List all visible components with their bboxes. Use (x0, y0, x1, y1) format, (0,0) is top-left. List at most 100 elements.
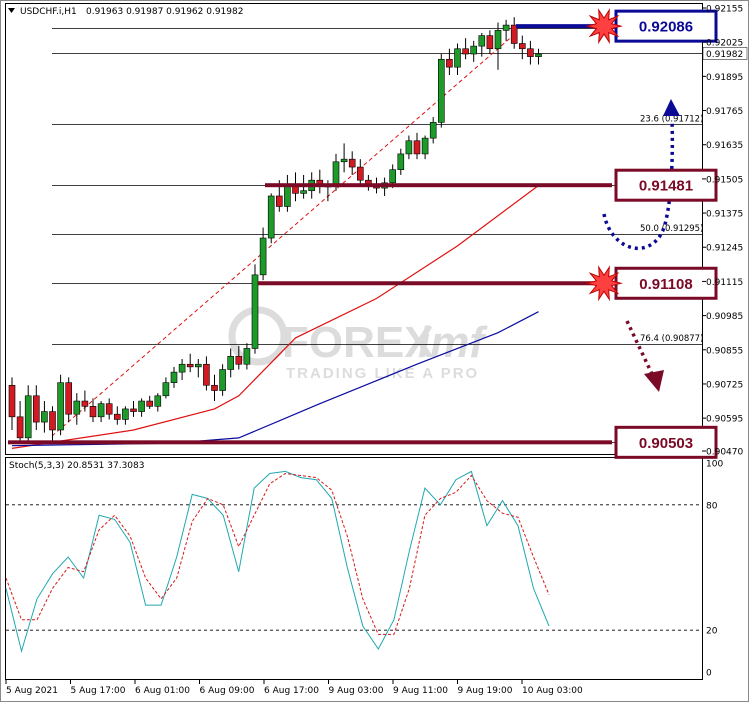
candle-body (332, 161, 340, 186)
price-tick-label: 0.91635 (706, 141, 743, 151)
key-level-value: 0.90503 (639, 435, 693, 452)
chart-symbol: USDCHF.i,H1 (20, 7, 77, 17)
time-tick-label: 6 Aug 09:00 (200, 686, 255, 696)
ohlc-readout: 0.91963 0.91987 0.91962 0.91982 (86, 7, 243, 17)
candle-body (154, 395, 162, 407)
price-tick-label: 0.90855 (706, 346, 743, 356)
stochastic-axis-label: 100 (706, 460, 723, 470)
price-tick-label: 0.90595 (706, 415, 743, 425)
candle-body (195, 363, 202, 368)
trading-chart[interactable]: FOREX imf TRADING LIKE A PRO 23.6 (0.917… (0, 0, 749, 702)
key-level-value: 0.91108 (639, 276, 692, 293)
candle-body (494, 30, 502, 50)
candle-body (16, 416, 24, 439)
time-tick-label: 9 Aug 19:00 (458, 686, 513, 696)
candle-body (170, 371, 178, 383)
candle-body (211, 384, 218, 391)
candle-body (413, 140, 421, 155)
candle-body (97, 403, 105, 418)
time-tick-label: 5 Aug 17:00 (71, 686, 126, 696)
price-tick-label: 0.90985 (706, 312, 743, 322)
candle-body (275, 195, 283, 207)
candle-body (235, 356, 243, 365)
time-tick-label: 9 Aug 03:00 (329, 686, 384, 696)
candle-body (24, 395, 32, 439)
price-tick-label: 0.91115 (706, 278, 743, 288)
price-tick-label: 0.91765 (706, 107, 743, 117)
candle-body (340, 158, 348, 163)
candle-body (32, 395, 40, 423)
candle-body (219, 369, 226, 391)
oscillator-title: Stoch(5,3,3) 20.8531 37.3083 (9, 461, 144, 471)
stochastic-axis-label: 20 (706, 627, 718, 637)
candle-body (527, 48, 534, 57)
candle-body (138, 400, 145, 412)
stochastic-axis-label: 80 (706, 501, 718, 511)
candle-body (284, 185, 291, 207)
candle-body (65, 382, 72, 415)
candle-body (57, 382, 64, 431)
candle-body (518, 43, 526, 50)
candle-body (41, 411, 48, 423)
price-tick-label: 0.90725 (706, 380, 743, 390)
candle-body (300, 190, 307, 194)
candle-body (437, 58, 445, 123)
candle-body (114, 413, 121, 420)
candle-body (429, 122, 437, 139)
candle-body (8, 384, 16, 418)
candle-body (486, 35, 494, 50)
price-tick-label: 0.90470 (706, 448, 743, 458)
price-tick-label: 0.91505 (706, 175, 743, 185)
key-level-band (265, 183, 612, 188)
candle-body (405, 140, 413, 155)
candle-body (227, 356, 234, 370)
candle-body (446, 58, 453, 68)
watermark-tagline: TRADING LIKE A PRO (286, 365, 479, 382)
candle-body (146, 400, 153, 407)
candle-body (49, 411, 56, 431)
price-tick-label: 0.91895 (706, 73, 743, 83)
candle-body (122, 408, 129, 420)
candle-body (470, 45, 478, 55)
candle-body (186, 363, 194, 368)
key-level-value: 0.91481 (639, 178, 693, 195)
candle-body (462, 48, 469, 55)
price-tick-label: 0.91245 (706, 244, 743, 254)
current-price-label: 0.91982 (706, 50, 743, 60)
candle-body (348, 158, 356, 168)
watermark-brand-a: FOREX (282, 318, 434, 367)
candle-body (162, 382, 170, 397)
candle-body (251, 274, 259, 349)
time-tick-label: 6 Aug 17:00 (264, 686, 319, 696)
price-tick-label: 0.92025 (706, 39, 743, 49)
time-tick-label: 10 Aug 03:00 (522, 686, 583, 696)
key-level-value: 0.92086 (639, 19, 693, 36)
candle-body (267, 195, 275, 239)
candle-body (81, 400, 89, 407)
candle-body (105, 403, 113, 415)
candle-body (389, 169, 397, 184)
key-level-band (258, 281, 612, 286)
fibonacci-label: 50.0 (0.91295) (640, 224, 703, 234)
candle-body (397, 153, 405, 170)
candle-body (259, 237, 267, 276)
candle-body (502, 24, 510, 31)
price-tick-label: 0.92155 (706, 5, 743, 15)
candle-body (73, 400, 81, 415)
candle-body (454, 48, 461, 68)
candle-body (203, 363, 210, 386)
time-tick-label: 9 Aug 11:00 (393, 686, 448, 696)
candle-body (178, 363, 186, 373)
key-level-band (8, 440, 612, 445)
candle-body (535, 53, 542, 57)
price-tick-label: 0.91375 (706, 210, 743, 220)
candle-body (356, 166, 364, 181)
candle-body (243, 348, 251, 365)
candle-body (478, 35, 486, 47)
candle-body (130, 408, 137, 412)
stochastic-axis-label: 0 (706, 669, 712, 679)
candle-body (89, 406, 97, 418)
candle-body (421, 137, 429, 155)
time-tick-label: 6 Aug 01:00 (135, 686, 190, 696)
time-tick-label: 5 Aug 2021 (6, 686, 58, 696)
